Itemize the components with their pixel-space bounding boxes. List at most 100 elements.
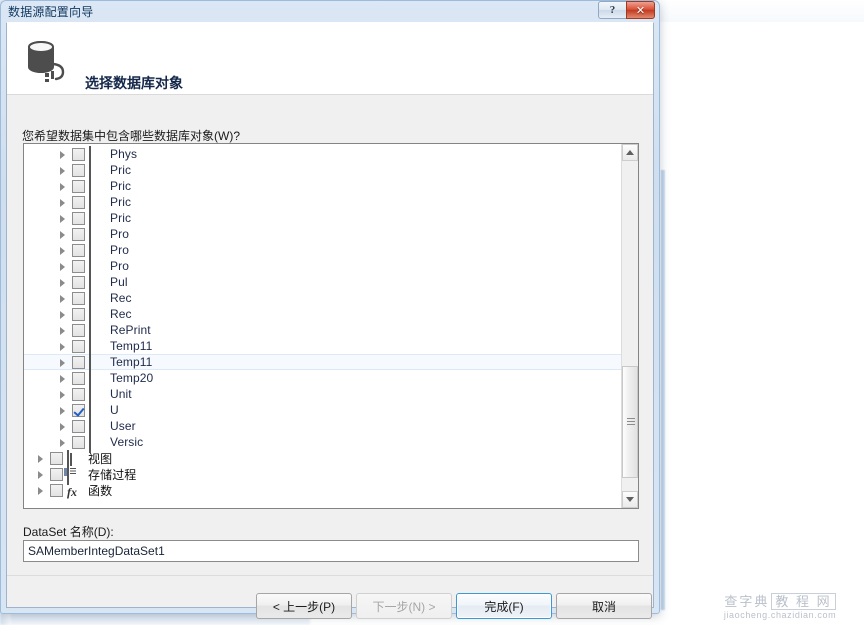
tree-vertical-scrollbar[interactable] xyxy=(621,144,638,508)
tree-item[interactable]: Unit xyxy=(24,385,621,405)
tree-item-checkbox[interactable] xyxy=(72,291,85,305)
chevron-right-icon[interactable] xyxy=(56,308,69,321)
tree-item[interactable]: Pric xyxy=(24,177,621,197)
tree-item[interactable]: Pric xyxy=(24,209,621,229)
tree-item-checkbox[interactable] xyxy=(72,163,85,177)
chevron-down-icon xyxy=(626,497,634,502)
finish-button[interactable]: 完成(F) xyxy=(456,593,552,619)
tree-item-checkbox[interactable] xyxy=(72,259,85,273)
grip-icon xyxy=(627,418,635,426)
cancel-button[interactable]: 取消 xyxy=(556,593,652,619)
database-objects-tree[interactable]: Phys Pric Pric Pric Pric Pro Pro Pro Pul Rec Rec Re… xyxy=(23,143,639,509)
chevron-right-icon[interactable] xyxy=(56,404,69,417)
table-icon xyxy=(89,241,105,261)
chevron-right-icon[interactable] xyxy=(56,340,69,353)
tree-item-checkbox[interactable] xyxy=(72,179,85,193)
tree-item[interactable]: Pric xyxy=(24,193,621,213)
help-button[interactable]: ? xyxy=(598,1,627,19)
chevron-right-icon[interactable] xyxy=(34,484,47,497)
watermark-line-2: jiaocheng.chazidian.com xyxy=(723,610,837,620)
tree-item[interactable]: User xyxy=(24,417,621,437)
tree-item-checkbox[interactable] xyxy=(72,227,85,241)
chevron-right-icon[interactable] xyxy=(56,436,69,449)
tree-item-checkbox[interactable] xyxy=(72,419,85,433)
chevron-right-icon[interactable] xyxy=(56,244,69,257)
tree-item-checkbox[interactable] xyxy=(72,387,85,401)
chevron-right-icon[interactable] xyxy=(56,276,69,289)
tree-item[interactable]: Phys xyxy=(24,146,621,165)
chevron-right-icon[interactable] xyxy=(56,372,69,385)
tree-item-checkbox[interactable] xyxy=(50,451,63,465)
table-icon xyxy=(89,146,105,165)
tree-item[interactable]: Pro xyxy=(24,257,621,277)
tree-item[interactable]: Pro xyxy=(24,225,621,245)
tree-item-checkbox[interactable] xyxy=(72,275,85,289)
tree-item-checkbox[interactable] xyxy=(50,467,63,481)
tree-item-label: Rec xyxy=(110,307,132,321)
table-icon xyxy=(89,209,105,229)
previous-button[interactable]: < 上一步(P) xyxy=(256,593,352,619)
tree-item[interactable]: Rec xyxy=(24,289,621,309)
resize-grip[interactable] xyxy=(640,595,650,605)
tree-item[interactable]: 存储过程 xyxy=(24,465,621,485)
tree-item-checkbox[interactable] xyxy=(72,147,85,161)
tree-item[interactable]: Versic xyxy=(24,433,621,453)
chevron-right-icon[interactable] xyxy=(56,164,69,177)
desktop-backdrop-accent-line xyxy=(661,170,665,610)
chevron-right-icon[interactable] xyxy=(56,292,69,305)
tree-item[interactable]: U xyxy=(24,401,621,421)
tree-item[interactable]: Rec xyxy=(24,305,621,325)
chevron-right-icon[interactable] xyxy=(56,388,69,401)
function-fx-icon: fx xyxy=(67,484,77,499)
chevron-right-icon[interactable] xyxy=(56,196,69,209)
tree-item-checkbox[interactable] xyxy=(72,323,85,337)
tree-item-checkbox[interactable] xyxy=(72,435,85,449)
chevron-right-icon[interactable] xyxy=(56,148,69,161)
chevron-right-icon[interactable] xyxy=(56,180,69,193)
table-icon xyxy=(89,385,105,405)
watermark-brand: 查字典 xyxy=(724,594,770,609)
tree-item-checkbox[interactable] xyxy=(72,355,85,369)
tree-item-label: Pro xyxy=(110,243,129,257)
tree-item-checkbox[interactable] xyxy=(72,403,85,417)
tree-item-label: Pric xyxy=(110,179,132,193)
tree-item-checkbox[interactable] xyxy=(72,339,85,353)
chevron-right-icon[interactable] xyxy=(56,356,69,369)
chevron-right-icon[interactable] xyxy=(34,468,47,481)
desktop-backdrop-right xyxy=(668,0,864,625)
scrollbar-thumb[interactable] xyxy=(622,366,638,478)
tree-item-label: Pric xyxy=(110,195,132,209)
tree-item[interactable]: fx 函数 xyxy=(24,482,621,498)
tree-item[interactable]: Temp11 xyxy=(24,353,621,373)
scroll-down-button[interactable] xyxy=(622,491,638,508)
tree-item-checkbox[interactable] xyxy=(72,211,85,225)
tree-item-checkbox[interactable] xyxy=(72,243,85,257)
chevron-right-icon[interactable] xyxy=(34,452,47,465)
title-bar[interactable]: 数据源配置向导 ? ✕ xyxy=(0,0,660,22)
tree-item-list: Phys Pric Pric Pric Pric Pro Pro Pro Pul Rec Rec Re… xyxy=(24,146,621,508)
chevron-right-icon[interactable] xyxy=(56,260,69,273)
tree-item-label: Pric xyxy=(110,211,132,225)
chevron-right-icon[interactable] xyxy=(56,324,69,337)
tree-item[interactable]: Pul xyxy=(24,273,621,293)
tree-item-checkbox[interactable] xyxy=(72,371,85,385)
tree-item[interactable]: Pro xyxy=(24,241,621,261)
tree-item[interactable]: Pric xyxy=(24,161,621,181)
tree-item-checkbox[interactable] xyxy=(72,195,85,209)
tree-item-label: Temp20 xyxy=(110,371,154,385)
tree-item-checkbox[interactable] xyxy=(72,307,85,321)
chevron-right-icon[interactable] xyxy=(56,420,69,433)
tree-item[interactable]: Temp20 xyxy=(24,369,621,389)
tree-item-checkbox[interactable] xyxy=(50,483,63,497)
data-source-configuration-wizard-dialog: 数据源配置向导 ? ✕ 选择数据库对象 您希望数据集中包含哪些数据库对象(W)?… xyxy=(0,0,660,619)
chevron-right-icon[interactable] xyxy=(56,228,69,241)
dataset-name-input[interactable] xyxy=(23,540,639,562)
tree-item[interactable]: Temp11 xyxy=(24,337,621,357)
tree-item[interactable]: RePrint xyxy=(24,321,621,341)
tree-item[interactable]: 视图 xyxy=(24,449,621,469)
table-icon xyxy=(89,321,105,341)
chevron-right-icon[interactable] xyxy=(56,212,69,225)
close-button[interactable]: ✕ xyxy=(626,1,655,19)
tree-item-label: 函数 xyxy=(88,483,113,498)
scroll-up-button[interactable] xyxy=(622,144,638,161)
